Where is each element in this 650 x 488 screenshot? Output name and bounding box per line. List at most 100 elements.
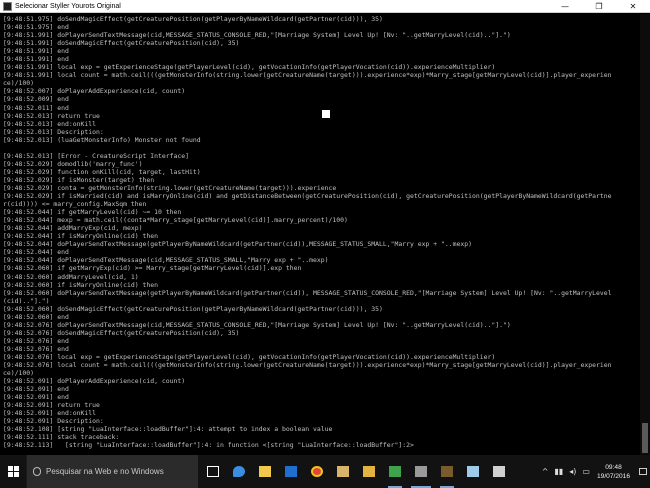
console-line: [9:48:52.013] [Error - CreatureScript In… — [3, 151, 190, 160]
console-line: [9:48:52.044] if getMarryLevel(cid) ~= 1… — [3, 208, 182, 217]
console-line: [9:48:52.044] end — [3, 248, 69, 257]
notepad-icon — [467, 466, 479, 477]
action-center-button[interactable] — [636, 455, 650, 488]
console-output[interactable]: [9:48:51.975] doSendMagicEffect(getCreat… — [0, 14, 640, 455]
console-line: [9:48:51.991] doSendMagicEffect(getCreat… — [3, 39, 240, 48]
console-app-icon — [3, 1, 12, 11]
console-line: [9:48:52.013] end:onKill — [3, 119, 97, 128]
console-line: [9:48:52.091] end — [3, 385, 69, 394]
console-line: [9:48:52.044] if isMarryOnline(cid) then — [3, 232, 159, 241]
console-line: [9:48:52.007] doPlayerAddExperience(cid,… — [3, 87, 186, 96]
gray-window-icon — [493, 466, 505, 477]
console-line: [9:48:52.044] addMarryExp(cid, mexp) — [3, 224, 143, 233]
console-line: [9:48:52.113] [string "LuaInterface::loa… — [3, 441, 414, 450]
console-line: [9:48:51.991] local exp = getExperienceS… — [3, 63, 496, 72]
console-line: [9:48:52.060] if getMarryExp(cid) >= Mar… — [3, 264, 302, 273]
taskbar-apps — [200, 455, 512, 488]
console-line: r(cid)))) <= marry_config.MaxSqm then — [3, 200, 147, 209]
console-line: [9:48:52.091] return true — [3, 401, 100, 410]
clock[interactable]: 09:48 19/07/2016 — [597, 463, 630, 481]
folder-icon — [363, 466, 375, 477]
chrome-icon — [311, 466, 323, 477]
paint-icon — [337, 466, 349, 477]
system-tray: ^ ▮▮ ◂) ▭ 09:48 19/07/2016 — [539, 455, 650, 488]
console-line: [9:48:52.060] doSendMagicEffect(getCreat… — [3, 304, 383, 313]
taskbar-app-notepad[interactable] — [460, 455, 486, 488]
taskbar-app-folder[interactable] — [356, 455, 382, 488]
taskbar-app-green-app[interactable] — [382, 455, 408, 488]
close-button[interactable]: ✕ — [616, 0, 650, 13]
console-line: [9:48:52.060] doPlayerSendTextMessage(ge… — [3, 288, 612, 297]
taskbar-app-task-view[interactable] — [200, 455, 226, 488]
console-line: [9:48:52.029] if isMonster(target) then — [3, 175, 155, 184]
console-line: [9:48:52.029] conta = getMonsterInfo(str… — [3, 183, 337, 192]
console-line: [9:48:52.044] doPlayerSendTextMessage(ci… — [3, 256, 329, 265]
maximize-button[interactable]: ❐ — [582, 0, 616, 13]
window-title: Selecionar Styller Yourots Original — [15, 2, 121, 10]
console-line: [9:48:52.060] end — [3, 312, 69, 321]
console-line: [9:48:51.975] end — [3, 23, 69, 32]
network-icon[interactable]: ▮▮ — [554, 467, 563, 476]
console-line: [9:48:52.013] (luaGetMonsterInfo) Monste… — [3, 135, 201, 144]
console-line: [9:48:51.991] end — [3, 55, 69, 64]
console-line: [9:48:52.076] doPlayerSendTextMessage(ci… — [3, 320, 511, 329]
notification-icon — [639, 468, 647, 475]
console-line: [9:48:52.076] local exp = getExperienceS… — [3, 352, 496, 361]
console-line: [9:48:52.060] addMarryLevel(cid, 1) — [3, 272, 139, 281]
taskbar-app-store[interactable] — [278, 455, 304, 488]
taskbar-app-console-app[interactable] — [408, 455, 434, 488]
window-controls: — ❐ ✕ — [548, 0, 650, 13]
mouse-cursor-block — [322, 110, 330, 118]
search-placeholder: Pesquisar na Web e no Windows — [46, 467, 164, 476]
taskbar: Pesquisar na Web e no Windows ^ ▮▮ ◂) ▭ … — [0, 455, 650, 488]
taskbar-app-edge[interactable] — [226, 455, 252, 488]
console-line: [9:48:52.076] doSendMagicEffect(getCreat… — [3, 328, 240, 337]
console-line: [9:48:52.044] doPlayerSendTextMessage(ge… — [3, 240, 472, 249]
console-line: [9:48:51.991] doPlayerSendTextMessage(ci… — [3, 31, 511, 40]
scrollbar-thumb[interactable] — [642, 423, 648, 453]
console-line: [9:48:52.029] function onKill(cid, targe… — [3, 167, 201, 176]
console-line: [9:48:52.009] end — [3, 95, 69, 104]
console-line: [9:48:52.091] end — [3, 393, 69, 402]
taskbar-app-tibia[interactable] — [434, 455, 460, 488]
console-line: [9:48:52.060] if isMarryOnline(cid) then — [3, 280, 159, 289]
console-line: [9:48:52.044] mexp = math.ceil((conta*Ma… — [3, 216, 348, 225]
file-explorer-icon — [259, 466, 271, 477]
window-titlebar: Selecionar Styller Yourots Original — ❐ … — [0, 0, 650, 13]
console-line: [9:48:51.975] doSendMagicEffect(getCreat… — [3, 15, 383, 23]
taskbar-app-paint[interactable] — [330, 455, 356, 488]
console-line: [9:48:52.013] Description: — [3, 127, 104, 136]
green-app-icon — [389, 466, 401, 477]
task-view-icon — [207, 466, 219, 477]
console-line: [9:48:52.076] end — [3, 336, 69, 345]
console-app-icon — [415, 466, 427, 477]
start-button[interactable] — [0, 455, 26, 488]
volume-icon[interactable]: ◂) — [569, 467, 576, 476]
console-line: ce)/100) — [3, 79, 35, 88]
console-line: [9:48:51.991] end — [3, 47, 69, 56]
windows-logo-icon — [7, 466, 19, 477]
console-line: [9:48:52.029] if isMarried(cid) and isMa… — [3, 192, 612, 201]
console-line: [9:48:52.091] doPlayerAddExperience(cid,… — [3, 377, 186, 386]
tibia-icon — [441, 466, 453, 477]
microphone-icon[interactable] — [33, 467, 41, 476]
console-line: [9:48:51.991] local count = math.ceil(((… — [3, 71, 612, 80]
console-scrollbar[interactable] — [640, 14, 650, 455]
tray-overflow-icon[interactable]: ^ — [542, 467, 549, 476]
keyboard-language-icon[interactable]: ▭ — [582, 467, 590, 476]
taskbar-app-chrome[interactable] — [304, 455, 330, 488]
console-line: ce)/100) — [3, 369, 35, 378]
console-line: [9:48:52.091] end:onKill — [3, 409, 97, 418]
console-line: [9:48:52.029] domodlib('marry_func') — [3, 159, 143, 168]
console-line: [9:48:52.076] local count = math.ceil(((… — [3, 361, 612, 370]
clock-date: 19/07/2016 — [596, 472, 630, 480]
console-line: [9:48:52.076] end — [3, 344, 69, 353]
search-box[interactable]: Pesquisar na Web e no Windows — [26, 455, 198, 488]
console-line: [9:48:52.111] stack traceback: — [3, 433, 120, 442]
edge-icon — [233, 466, 245, 477]
minimize-button[interactable]: — — [548, 0, 582, 13]
taskbar-app-gray-window[interactable] — [486, 455, 512, 488]
taskbar-app-file-explorer[interactable] — [252, 455, 278, 488]
clock-time: 09:48 — [605, 463, 622, 471]
